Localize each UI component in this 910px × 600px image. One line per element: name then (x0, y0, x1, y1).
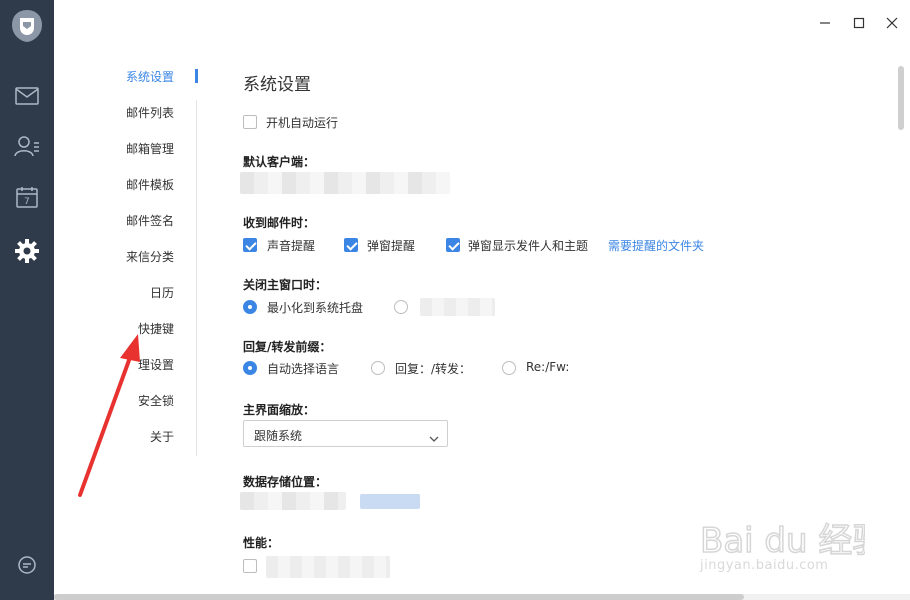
maximize-icon[interactable] (848, 12, 870, 34)
sound-alert-label: 声音提醒 (267, 239, 316, 253)
english-prefix-radio[interactable] (502, 361, 516, 375)
app-logo-icon (10, 8, 44, 44)
storage-location-label: 数据存储位置： (243, 475, 328, 489)
chevron-down-icon (429, 429, 439, 442)
popup-sender-subject-label: 弹窗显示发件人和主题 (468, 239, 589, 253)
close-icon[interactable] (881, 12, 903, 34)
on-receive-label: 收到邮件时： (243, 216, 316, 230)
popup-alert-checkbox[interactable] (344, 238, 358, 252)
svg-text:Bai du 经验: Bai du 经验 (700, 521, 865, 561)
chinese-prefix-label: 回复：/转发： (395, 362, 472, 376)
nav-item-mailbox-management[interactable]: 邮箱管理 (126, 140, 886, 157)
exit-app-label-redacted (420, 298, 495, 316)
auto-language-radio[interactable] (243, 361, 257, 375)
mail-icon[interactable] (12, 81, 42, 111)
zoom-label: 主界面缩放： (243, 403, 316, 417)
performance-checkbox[interactable] (243, 559, 257, 573)
horizontal-scrollbar[interactable] (54, 594, 744, 600)
page-title: 系统设置 (243, 75, 311, 95)
on-close-label: 关闭主窗口时： (243, 278, 328, 292)
settings-icon[interactable] (12, 236, 42, 266)
nav-item-system-settings[interactable]: 系统设置 (126, 68, 886, 85)
chat-icon[interactable] (17, 555, 37, 575)
performance-option-redacted (266, 556, 390, 578)
alert-folders-link[interactable]: 需要提醒的文件夹 (608, 237, 704, 254)
nav-item-shortcuts[interactable]: 快捷键 (138, 320, 886, 337)
autostart-checkbox[interactable] (243, 115, 257, 129)
watermark-url: jingyan.baidu.com (700, 558, 829, 573)
storage-change-link-redacted[interactable] (360, 494, 420, 509)
zoom-select-value: 跟随系统 (254, 429, 303, 443)
storage-path-redacted (240, 492, 346, 510)
minimize-to-tray-label: 最小化到系统托盘 (267, 301, 364, 315)
exit-app-radio[interactable] (394, 300, 408, 314)
nav-item-mail-signature[interactable]: 邮件签名 (126, 212, 886, 229)
autostart-label: 开机自动运行 (266, 116, 339, 130)
zoom-select[interactable]: 跟随系统 (243, 420, 448, 447)
english-prefix-label: Re:/Fw: (526, 360, 570, 374)
app-window: 7 系统设置 邮件列表 邮箱管理 邮件模板 邮件签名 来信分类 日历 快捷键 理… (0, 0, 910, 600)
minimize-to-tray-radio[interactable] (243, 300, 257, 314)
contacts-icon[interactable] (12, 131, 42, 161)
popup-sender-subject-checkbox[interactable] (446, 238, 460, 252)
default-client-value-redacted (240, 172, 450, 194)
auto-language-label: 自动选择语言 (267, 362, 340, 376)
performance-label: 性能： (243, 536, 280, 550)
left-sidebar: 7 (0, 0, 54, 600)
svg-text:7: 7 (24, 197, 30, 207)
calendar-icon[interactable]: 7 (12, 182, 42, 212)
nav-item-mail-list[interactable]: 邮件列表 (126, 104, 886, 121)
minimize-icon[interactable] (814, 12, 836, 34)
nav-divider (196, 100, 197, 456)
nav-active-indicator (195, 69, 198, 83)
reply-prefix-label: 回复/转发前缀： (243, 340, 332, 354)
sound-alert-checkbox[interactable] (243, 238, 257, 252)
chinese-prefix-radio[interactable] (371, 361, 385, 375)
default-client-label: 默认客户端： (243, 155, 316, 169)
popup-alert-label: 弹窗提醒 (367, 239, 416, 253)
vertical-scrollbar[interactable] (898, 66, 904, 130)
